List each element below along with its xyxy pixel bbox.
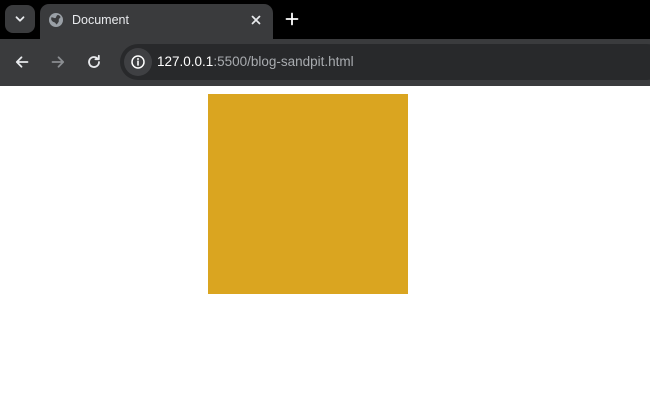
arrow-left-icon: [15, 56, 29, 68]
browser-window: Document 127.0.0.1:5500/blog-sandpit.htm…: [0, 0, 650, 401]
tab-strip: Document: [0, 0, 650, 39]
url-host: 127.0.0.1: [157, 54, 214, 69]
tab-document[interactable]: Document: [40, 4, 273, 39]
back-button[interactable]: [11, 51, 33, 73]
reload-icon: [88, 54, 100, 68]
close-icon: [251, 15, 261, 25]
address-bar[interactable]: 127.0.0.1:5500/blog-sandpit.html: [120, 44, 650, 80]
toolbar: 127.0.0.1:5500/blog-sandpit.html: [0, 39, 650, 86]
gold-square: [208, 94, 408, 294]
tab-title: Document: [72, 13, 129, 27]
plus-icon: [285, 12, 299, 26]
url-text: 127.0.0.1:5500/blog-sandpit.html: [157, 54, 354, 70]
page-viewport: [0, 86, 650, 401]
arrow-right-icon: [51, 56, 65, 68]
tab-close-button[interactable]: [247, 11, 265, 29]
reload-button[interactable]: [83, 51, 105, 73]
site-info-button[interactable]: [124, 48, 152, 76]
url-path: :5500/blog-sandpit.html: [213, 54, 354, 69]
forward-button[interactable]: [47, 51, 69, 73]
info-icon: [131, 55, 145, 69]
new-tab-button[interactable]: [282, 9, 302, 29]
chevron-down-icon: [15, 16, 25, 22]
tab-search-button[interactable]: [5, 5, 35, 33]
globe-icon: [49, 13, 63, 27]
